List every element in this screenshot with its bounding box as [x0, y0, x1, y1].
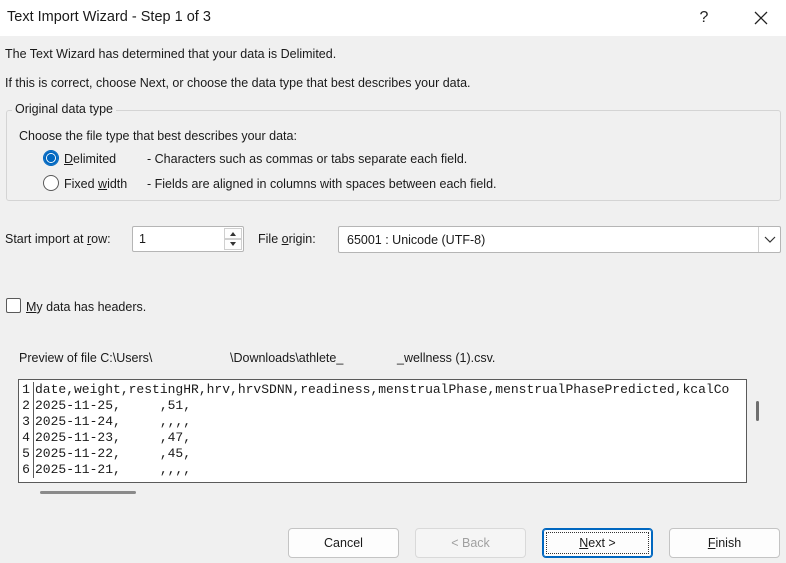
close-icon	[754, 11, 768, 25]
preview-row: 4 2025-11-23, ,47,	[19, 430, 746, 446]
spin-buttons	[224, 228, 242, 250]
preview-row: 3 2025-11-24, ,,,,	[19, 414, 746, 430]
headers-checkbox-label[interactable]: My data has headers.	[26, 300, 146, 314]
triangle-up-icon	[230, 232, 236, 236]
row-text: 2025-11-25, ,51,	[35, 398, 192, 413]
preview-label-part-2: \Downloads\athlete_	[230, 351, 344, 365]
file-preview[interactable]: 1 date,weight,restingHR,hrv,hrvSDNN,readi…	[18, 379, 747, 483]
preview-row: 5 2025-11-22, ,45,	[19, 446, 746, 462]
row-number: 6	[19, 462, 34, 478]
help-button[interactable]: ?	[690, 4, 718, 32]
row-text: 2025-11-23, ,47,	[35, 430, 192, 445]
row-text: 2025-11-21, ,,,,	[35, 462, 192, 477]
preview-row: 2 2025-11-25, ,51,	[19, 398, 746, 414]
preview-horizontal-scrollbar[interactable]	[40, 491, 136, 494]
spin-down-button[interactable]	[224, 239, 242, 250]
preview-rows: 1 date,weight,restingHR,hrv,hrvSDNN,readi…	[19, 382, 746, 478]
radio-dot	[47, 154, 55, 162]
fixed-width-radio[interactable]	[43, 175, 59, 191]
chevron-down-icon	[764, 236, 776, 243]
fixed-width-label[interactable]: Fixed width	[64, 177, 127, 191]
row-text: date,weight,restingHR,hrv,hrvSDNN,readin…	[35, 382, 730, 397]
delimited-radio[interactable]	[43, 150, 59, 166]
finish-button[interactable]: Finish	[669, 528, 780, 558]
cancel-button[interactable]: Cancel	[288, 528, 399, 558]
file-type-prompt: Choose the file type that best describes…	[19, 129, 297, 143]
start-row-value[interactable]: 1	[139, 232, 146, 246]
delimited-description: - Characters such as commas or tabs sepa…	[147, 152, 468, 166]
next-button[interactable]: Next >	[542, 528, 653, 558]
row-number: 4	[19, 430, 34, 446]
file-origin-value: 65001 : Unicode (UTF-8)	[347, 233, 486, 247]
row-number: 5	[19, 446, 34, 462]
start-import-label: Start import at row:	[5, 232, 111, 246]
file-origin-select[interactable]: 65001 : Unicode (UTF-8)	[338, 226, 781, 253]
file-origin-dropdown-button[interactable]	[758, 227, 780, 252]
row-number: 1	[19, 382, 34, 398]
window-title: Text Import Wizard - Step 1 of 3	[7, 9, 211, 25]
intro-line-2: If this is correct, choose Next, or choo…	[5, 76, 471, 90]
preview-vertical-scrollbar[interactable]	[756, 401, 759, 421]
title-bar: Text Import Wizard - Step 1 of 3 ?	[0, 0, 786, 36]
preview-row: 1 date,weight,restingHR,hrv,hrvSDNN,readi…	[19, 382, 746, 398]
row-text: 2025-11-24, ,,,,	[35, 414, 192, 429]
spin-up-button[interactable]	[224, 228, 242, 239]
row-number: 2	[19, 398, 34, 414]
intro-line-1: The Text Wizard has determined that your…	[5, 47, 337, 61]
row-number: 3	[19, 414, 34, 430]
group-legend: Original data type	[12, 102, 116, 116]
row-text: 2025-11-22, ,45,	[35, 446, 192, 461]
back-button[interactable]: < Back	[415, 528, 526, 558]
preview-label-part-1: Preview of file C:\Users\	[19, 351, 153, 365]
preview-label-part-3: _wellness (1).csv.	[397, 351, 496, 365]
file-origin-label: File origin:	[258, 232, 316, 246]
preview-row: 6 2025-11-21, ,,,,	[19, 462, 746, 478]
headers-checkbox[interactable]	[6, 298, 21, 313]
close-button[interactable]	[744, 4, 778, 32]
start-row-stepper[interactable]: 1	[132, 226, 244, 252]
delimited-label[interactable]: Delimited	[64, 152, 116, 166]
fixed-width-description: - Fields are aligned in columns with spa…	[147, 177, 497, 191]
triangle-down-icon	[230, 242, 236, 246]
